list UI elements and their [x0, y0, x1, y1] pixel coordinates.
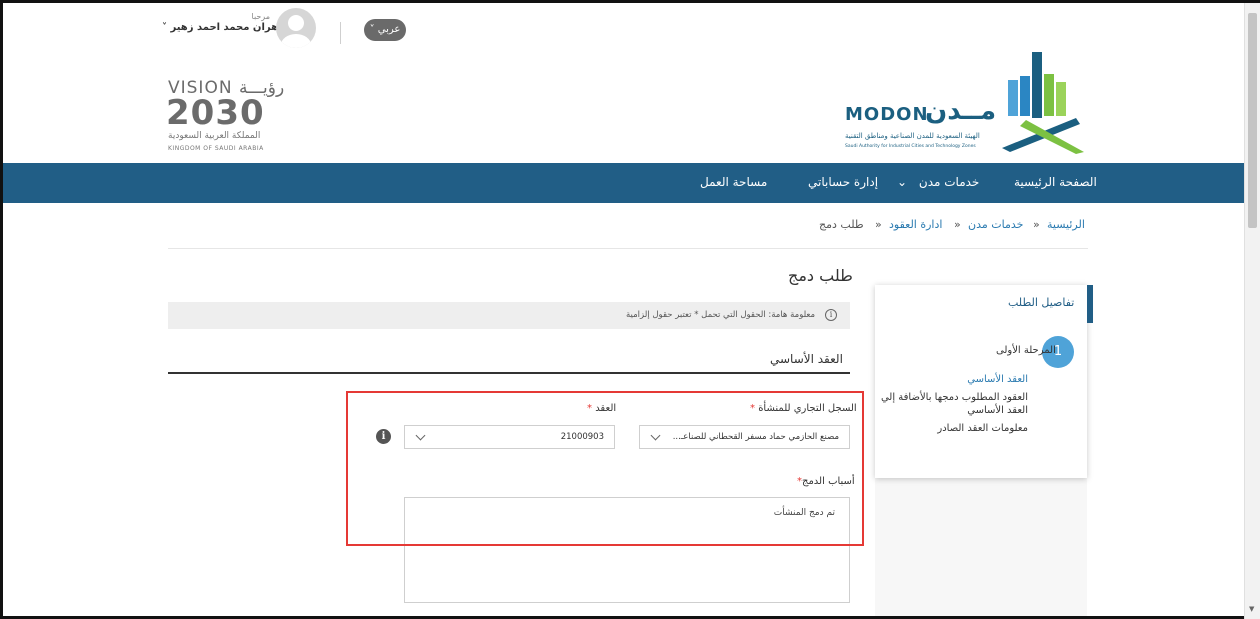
step-title: المرحلة الأولى — [996, 345, 1056, 356]
sidebar-background — [875, 478, 1087, 616]
sidebar-item-contracts-to-merge[interactable]: العقود المطلوب دمجها بالأضافة إلي العقد … — [881, 392, 1028, 416]
nav-item-home[interactable]: الصفحة الرئيسية — [1014, 175, 1097, 189]
breadcrumb-separator: » — [875, 218, 882, 231]
breadcrumb-services[interactable]: خدمات مدن — [968, 218, 1023, 231]
sidebar-item-issued-contract-info[interactable]: معلومات العقد الصادر — [937, 423, 1028, 434]
chevron-down-icon: ˅ — [369, 24, 375, 35]
language-button[interactable]: ˅ عربي — [364, 19, 406, 41]
modon-logo-arabic: مــدن — [925, 96, 997, 126]
divider — [168, 248, 1088, 249]
section-divider — [168, 372, 850, 374]
breadcrumb-current: طلب دمج — [819, 218, 864, 231]
scroll-down-arrow-icon[interactable]: ▼ — [1249, 605, 1254, 613]
highlight-box — [346, 391, 864, 546]
vision-logo-number: 2030 — [166, 93, 265, 133]
language-label: عربي — [377, 24, 401, 35]
sidebar-item-base-contract[interactable]: العقد الأساسي — [967, 374, 1028, 385]
user-menu[interactable]: زهران محمد احمد زهير ˅ — [162, 22, 284, 33]
modon-logo-subtitle-ar: الهيئة السعودية للمدن الصناعية ومناطق ال… — [845, 132, 980, 140]
chevron-down-icon: ˅ — [162, 22, 167, 33]
modon-logo-english: MODON — [845, 104, 929, 125]
breadcrumb-home[interactable]: الرئيسية — [1047, 218, 1085, 231]
nav-item-workspace[interactable]: مساحة العمل — [700, 175, 767, 189]
info-text: معلومة هامة: الحقول التي تحمل * تعتبر حق… — [626, 310, 816, 320]
page-title: طلب دمج — [788, 266, 853, 285]
vision-logo-english: KINGDOM OF SAUDI ARABIA — [168, 145, 264, 152]
breadcrumb-separator: » — [954, 218, 961, 231]
panel-title: تفاصيل الطلب — [1008, 296, 1075, 309]
breadcrumb-contracts[interactable]: ادارة العقود — [889, 218, 942, 231]
sidebar-item-label: العقد الأساسي — [967, 405, 1028, 416]
greeting-text: مرحبا — [251, 12, 271, 21]
vertical-scrollbar[interactable]: ▼ — [1244, 3, 1260, 619]
header-divider — [340, 22, 341, 44]
modon-logo-icon — [1002, 52, 1084, 154]
chevron-down-icon: ⌄ — [897, 175, 908, 189]
nav-item-my-accounts[interactable]: إدارة حساباتي — [808, 175, 878, 189]
breadcrumb-separator: » — [1033, 218, 1040, 231]
section-title: العقد الأساسي — [770, 352, 843, 366]
avatar[interactable] — [276, 8, 316, 48]
user-name: زهران محمد احمد زهير — [170, 22, 284, 33]
panel-accent-bar — [1087, 285, 1093, 323]
info-icon: i — [825, 309, 837, 321]
nav-item-modon-services[interactable]: ⌄ خدمات مدن — [897, 175, 979, 189]
nav-item-label: خدمات مدن — [918, 175, 980, 189]
scrollbar-thumb[interactable] — [1248, 13, 1257, 228]
modon-logo-subtitle-en: Saudi Authority for Industrial Cities an… — [845, 144, 976, 149]
sidebar-item-label: العقود المطلوب دمجها بالأضافة إلي — [880, 392, 1028, 403]
vision-logo-arabic: المملكة العربية السعودية — [168, 131, 261, 141]
